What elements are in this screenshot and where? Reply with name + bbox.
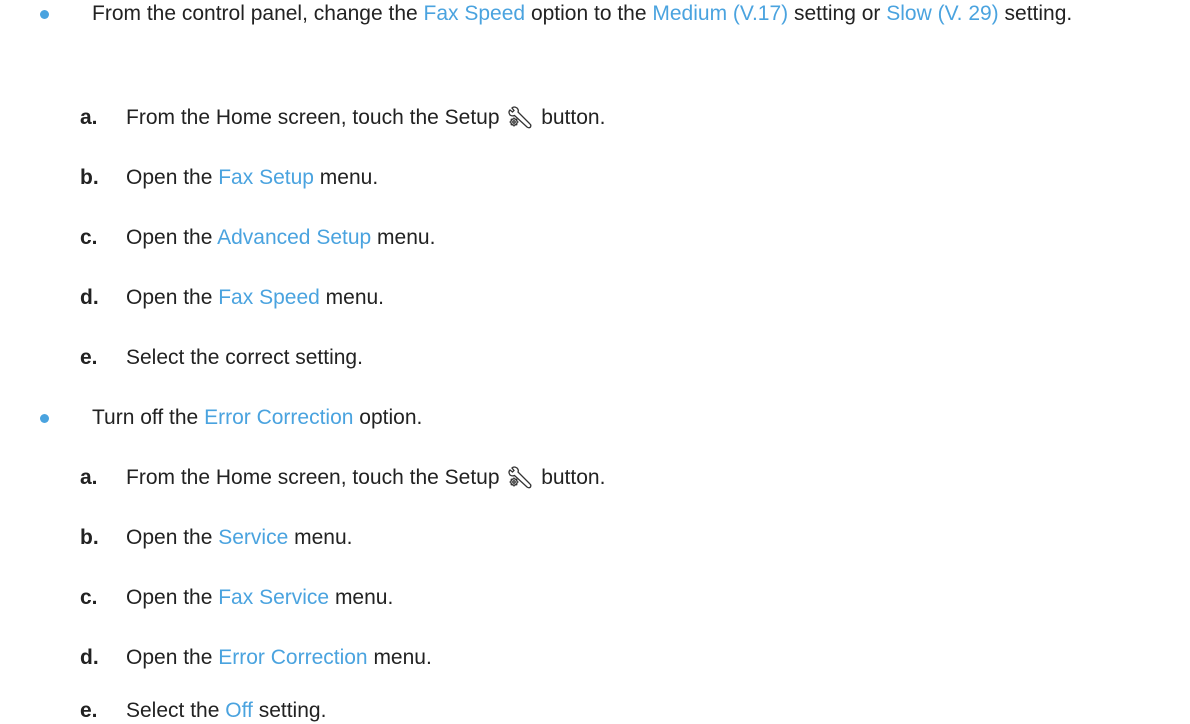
step-letter: e. [80, 346, 98, 369]
text-fragment: From the Home screen, touch the Setup [126, 106, 506, 129]
text-fragment: button. [535, 106, 606, 129]
step-letter: b. [80, 166, 99, 189]
text-fragment: menu. [367, 646, 432, 669]
text-fragment: menu. [371, 226, 436, 249]
bullet-dot [40, 10, 49, 19]
text-fragment: setting or [788, 2, 887, 25]
step-letter: d. [80, 286, 99, 309]
text-fragment: From the Home screen, touch the Setup [126, 466, 506, 489]
term-off: Off [225, 699, 253, 722]
bullet-text: From the control panel, change the Fax S… [92, 0, 1172, 30]
step-letter: e. [80, 699, 98, 722]
text-fragment: menu. [288, 526, 353, 549]
term-slow-v29: Slow (V. 29) [886, 2, 999, 25]
step-text: Select the correct setting. [126, 346, 363, 369]
term-medium-v17: Medium (V.17) [652, 2, 789, 25]
text-fragment: Select the [126, 699, 226, 722]
step-text: Open the Advanced Setup menu. [126, 225, 435, 251]
step-letter: b. [80, 526, 99, 549]
text-fragment: Turn off the [92, 406, 205, 429]
step-text: Open the Error Correction menu. [126, 645, 432, 671]
term-service: Service [218, 526, 289, 549]
term-fax-speed: Fax Speed [218, 286, 320, 309]
text-fragment: menu. [313, 166, 379, 189]
step-text: From the Home screen, touch the Setup bu… [126, 105, 605, 131]
bullet-dot [40, 414, 49, 423]
term-fax-speed: Fax Speed [423, 2, 526, 25]
step-text: From the Home screen, touch the Setup bu… [126, 465, 605, 491]
step-letter: c. [80, 226, 98, 249]
term-error-correction: Error Correction [204, 406, 354, 429]
step-letter: a. [80, 466, 98, 489]
step-letter: d. [80, 646, 99, 669]
text-fragment: Open the [126, 646, 219, 669]
setup-wrench-gear-icon [507, 105, 533, 129]
step-letter: a. [80, 106, 98, 129]
step-text: Open the Fax Speed menu. [126, 285, 384, 311]
bullet-text: Turn off the Error Correction option. [92, 402, 1172, 434]
step-text: Open the Service menu. [126, 525, 352, 551]
text-fragment: menu. [319, 286, 385, 309]
text-fragment: option to the [525, 2, 653, 25]
term-advanced-setup: Advanced Setup [217, 226, 372, 249]
text-fragment: Open the [126, 586, 219, 609]
text-fragment: menu. [329, 586, 394, 609]
text-fragment: button. [535, 466, 606, 489]
text-fragment: option. [353, 406, 423, 429]
text-fragment: Open the [126, 226, 218, 249]
term-fax-setup: Fax Setup [218, 166, 314, 189]
text-fragment: Open the [126, 286, 219, 309]
step-text: Select the Off setting. [126, 698, 326, 724]
step-letter: c. [80, 586, 98, 609]
text-fragment: Open the [126, 526, 219, 549]
step-text: Open the Fax Setup menu. [126, 165, 378, 191]
text-fragment: From the control panel, change the [92, 2, 424, 25]
term-error-correction: Error Correction [218, 646, 368, 669]
text-fragment: setting. [998, 2, 1073, 25]
term-fax-service: Fax Service [218, 586, 330, 609]
text-fragment: setting. [252, 699, 327, 722]
text-fragment: Open the [126, 166, 219, 189]
setup-wrench-gear-icon [507, 465, 533, 489]
step-text: Open the Fax Service menu. [126, 585, 393, 611]
